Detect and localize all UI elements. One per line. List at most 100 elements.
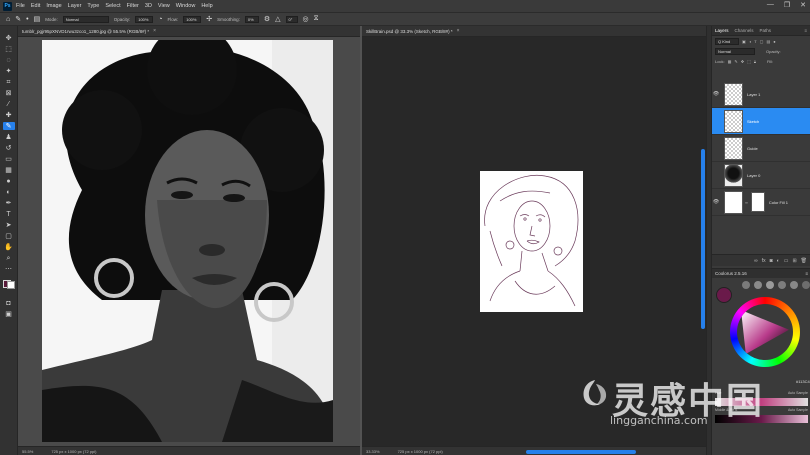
blend-mode-select[interactable]: Normal — [715, 47, 755, 55]
pen-tool-icon[interactable]: ✒ — [3, 199, 15, 207]
menu-help[interactable]: Help — [201, 3, 212, 9]
photoshop-logo[interactable]: Ps — [3, 1, 12, 11]
filter-adjust-icon[interactable]: ◑ — [749, 39, 751, 44]
opacity-field[interactable]: 100% — [135, 15, 154, 23]
marquee-tool-icon[interactable]: ⬚ — [3, 45, 15, 53]
healing-tool-icon[interactable]: ✚ — [3, 111, 15, 119]
close-icon[interactable]: ✕ — [800, 1, 806, 9]
layer-row-layer-1[interactable]: 👁︎ Layer 1 — [712, 81, 810, 108]
lock-paint-icon[interactable]: ✎ — [734, 59, 737, 64]
blur-tool-icon[interactable]: ● — [3, 177, 15, 185]
filter-toggle-icon[interactable]: ● — [773, 39, 775, 44]
close-tab-icon[interactable]: × — [457, 28, 460, 34]
menu-file[interactable]: File — [16, 3, 25, 9]
layer-row-guide[interactable]: Guide — [712, 135, 810, 162]
angle-field[interactable]: 0° — [285, 15, 298, 23]
delete-layer-icon[interactable]: 🗑︎ — [801, 258, 807, 264]
layer-name[interactable]: Sketch — [747, 119, 759, 124]
background-color-swatch[interactable] — [6, 281, 15, 289]
color-wheel[interactable] — [730, 297, 800, 367]
symmetry-icon[interactable]: ⧖ — [314, 15, 319, 23]
layer-row-color-fill-1[interactable]: 👁︎ ∞ Color Fill 1 — [712, 189, 810, 216]
hex-value[interactable]: #113C42 — [796, 379, 810, 384]
menu-view[interactable]: View — [158, 3, 170, 9]
preset-dot[interactable] — [766, 281, 774, 289]
menu-type[interactable]: Type — [87, 3, 99, 9]
flow-field[interactable]: 100% — [183, 15, 202, 23]
preset-dot[interactable] — [778, 281, 786, 289]
brush-tool-icon[interactable]: ✎ — [2, 122, 15, 130]
lock-artboard-icon[interactable]: ⬚ — [747, 59, 751, 64]
menu-edit[interactable]: Edit — [31, 3, 40, 9]
tab-paths[interactable]: Paths — [760, 28, 772, 33]
layer-style-icon[interactable]: fx — [762, 258, 766, 264]
screen-mode-icon[interactable]: ▣ — [3, 310, 15, 318]
zoom-tool-icon[interactable]: ⌕ — [3, 254, 15, 262]
angle-icon[interactable]: △ — [275, 15, 280, 23]
layer-kind-filter[interactable]: Q Kind — [715, 37, 739, 45]
color-swatches[interactable] — [2, 280, 15, 296]
visibility-eye-icon[interactable]: 👁︎ — [712, 91, 720, 97]
hand-tool-icon[interactable]: ✋ — [3, 243, 15, 251]
sketch-canvas[interactable] — [480, 171, 583, 312]
layer-name[interactable]: Guide — [747, 146, 758, 151]
brush-icon[interactable]: ✎ — [15, 15, 21, 23]
zoom-level[interactable]: 55.5% — [22, 449, 33, 454]
layer-row-sketch[interactable]: Sketch — [712, 108, 810, 135]
slider-label-right[interactable]: Auto Sample — [788, 391, 808, 398]
dodge-tool-icon[interactable]: ◐ — [3, 188, 15, 196]
menu-image[interactable]: Image — [46, 3, 61, 9]
quick-mask-icon[interactable]: ◘ — [3, 299, 15, 307]
canvas-area-photo[interactable] — [18, 37, 360, 446]
eraser-tool-icon[interactable]: ▭ — [3, 155, 15, 163]
menu-3d[interactable]: 3D — [145, 3, 152, 9]
move-tool-icon[interactable]: ✥ — [3, 34, 15, 42]
filter-shape-icon[interactable]: ▢ — [760, 39, 764, 44]
current-color-swatch[interactable] — [716, 287, 732, 303]
shape-tool-icon[interactable]: ▢ — [3, 232, 15, 240]
type-tool-icon[interactable]: T — [3, 210, 15, 218]
zoom-level[interactable]: 33.33% — [366, 449, 380, 454]
lock-pixels-icon[interactable]: ▦ — [728, 59, 732, 64]
more-tools-icon[interactable]: ⋯ — [3, 265, 15, 273]
layer-name[interactable]: Layer 0 — [747, 173, 760, 178]
layer-mask-thumbnail[interactable] — [750, 192, 765, 212]
menu-layer[interactable]: Layer — [68, 3, 82, 9]
menu-window[interactable]: Window — [176, 3, 196, 9]
crop-tool-icon[interactable]: ⌗ — [3, 78, 15, 86]
lasso-tool-icon[interactable]: ◌ — [3, 56, 15, 64]
preset-dot[interactable] — [754, 281, 762, 289]
add-mask-icon[interactable]: ◙ — [770, 258, 773, 264]
link-layers-icon[interactable]: ∞ — [754, 258, 758, 264]
panel-menu-icon[interactable]: ≡ — [805, 271, 808, 276]
filter-type-icon[interactable]: T — [754, 39, 756, 44]
path-select-tool-icon[interactable]: ➤ — [3, 221, 15, 229]
home-icon[interactable]: ⌂ — [6, 16, 10, 23]
minimize-icon[interactable]: — — [767, 1, 774, 9]
layer-name[interactable]: Color Fill 1 — [769, 200, 788, 205]
saturation-triangle[interactable] — [741, 310, 789, 354]
slider-label-right[interactable]: Auto Sample — [788, 408, 808, 415]
vertical-scrollbar[interactable] — [701, 149, 705, 329]
tab-layers[interactable]: Layers — [715, 28, 729, 33]
filter-pixel-icon[interactable]: ▣ — [742, 39, 746, 44]
visibility-eye-icon[interactable]: 👁︎ — [712, 199, 720, 205]
tab-channels[interactable]: Channels — [735, 28, 754, 33]
filter-smart-icon[interactable]: ▤ — [766, 39, 770, 44]
restore-icon[interactable]: ❐ — [784, 1, 790, 9]
preset-dot[interactable] — [742, 281, 750, 289]
panel-menu-icon[interactable]: ≡ — [804, 28, 807, 33]
stamp-tool-icon[interactable]: ♟ — [3, 133, 15, 141]
layer-row-layer-0[interactable]: Layer 0 — [712, 162, 810, 189]
smoothing-field[interactable]: 0% — [244, 15, 259, 23]
new-layer-icon[interactable]: ⊞ — [792, 258, 796, 264]
lock-all-icon[interactable]: 🔒︎ — [754, 59, 756, 64]
adjustment-layer-icon[interactable]: ◐ — [777, 258, 780, 264]
menu-select[interactable]: Select — [105, 3, 120, 9]
lock-position-icon[interactable]: ✥ — [741, 59, 744, 64]
pressure-size-icon[interactable]: ◎ — [303, 15, 309, 23]
mode-select[interactable]: Normal — [62, 15, 109, 23]
document-tab-photo[interactable]: tumblr_pgjr95pXNVD1rwu3zco1_1280.jpg @ 5… — [18, 26, 360, 37]
airbrush-icon[interactable]: ✢ — [206, 15, 212, 23]
frame-tool-icon[interactable]: ⊠ — [3, 89, 15, 97]
